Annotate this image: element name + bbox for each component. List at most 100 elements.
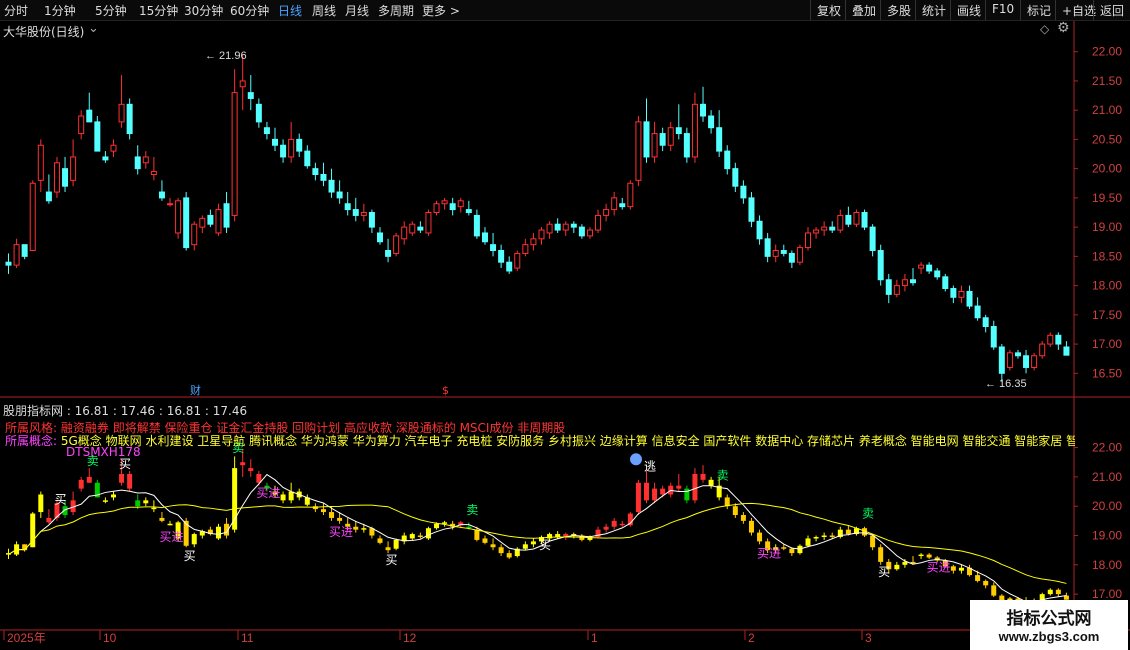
indicator-bar [280,494,286,501]
tab-daily[interactable]: 日线 [278,2,302,19]
tab-15min[interactable]: 15分钟 [139,2,178,19]
overlay-button[interactable]: 叠加 [845,0,882,20]
candle-body [586,229,593,237]
candle-body [376,232,383,243]
candle-body [183,197,190,249]
finance-marker: 财 [190,383,201,397]
tab-multi-period[interactable]: 多周期 [378,2,414,19]
tab-5min[interactable]: 5分钟 [95,2,127,19]
indicator-bar [748,520,754,533]
candle-body [853,212,860,225]
candle-body [29,182,36,252]
candle-body [126,103,133,135]
indicator-bar [159,517,165,521]
site-watermark: 指标公式网 www.zbgs3.com [970,600,1128,650]
candle-body [231,92,238,216]
concept-line: 所属概念: 5G概念 物联网 水利建设 卫星导航 腾讯概念 华为鸿蒙 华为算力 … [5,432,1075,449]
indicator-bar [393,539,399,549]
signal-sell: 卖 [862,507,874,521]
indicator-bar [684,488,690,501]
candle-body [506,261,513,272]
draw-line-button[interactable]: 画线 [950,0,987,20]
dividend-marker: $ [442,384,449,397]
tab-60min[interactable]: 60分钟 [230,2,269,19]
indicator-bar [724,497,730,507]
indicator-bar [102,500,108,502]
candle-body [312,168,319,175]
indicator-bar [918,554,924,557]
indicator-bar [975,575,981,581]
tab-1min[interactable]: 1分钟 [44,2,76,19]
candle-body [344,203,351,211]
candle-body [142,156,149,164]
main-axis-label: 19.50 [1092,191,1122,205]
indicator-bar [409,534,415,539]
candle-body [829,226,836,231]
indicator-bar [805,538,811,546]
kline-chart[interactable]: 22.00 21.50 21.00 20.50 20.00 19.50 19.00 18.50… [0,0,1130,650]
indicator-bar [385,547,391,551]
gear-icon[interactable]: ⚙ [1057,20,1070,36]
candle-body [562,223,569,231]
tab-fenshi[interactable]: 分时 [4,2,28,19]
candle-body [150,171,157,175]
candle-body [748,197,755,222]
period-toolbar: 分时 1分钟 5分钟 15分钟 30分钟 60分钟 日线 周线 月线 多周期 更… [0,0,1130,21]
candle-body [691,103,698,158]
candle-body [990,326,997,348]
indicator-bar [829,535,835,538]
candle-body [223,203,230,228]
candle-body [966,290,973,307]
indicator-bar [522,544,528,549]
candle-body [619,203,626,208]
indicator-bar [86,476,92,483]
candle-body [530,238,537,246]
candle-body [958,290,965,298]
candle-body [199,217,206,228]
tab-more[interactable]: 更多 > [422,2,460,19]
candle-body [13,244,20,266]
title-dropdown-icon[interactable]: ⌄ [88,21,99,36]
tab-30min[interactable]: 30分钟 [184,2,223,19]
indicator-bar [78,479,84,489]
multi-stock-button[interactable]: 多股 [880,0,917,20]
candle-body [611,197,618,211]
f10-button[interactable]: F10 [985,0,1020,20]
indicator-bar [732,506,738,515]
main-axis-label: 16.50 [1092,366,1122,380]
mark-button[interactable]: 标记 [1020,0,1057,20]
indicator-bar [757,532,763,542]
candle-body [667,127,674,146]
diamond-icon[interactable]: ◇ [1040,22,1049,36]
candle-body [982,317,989,328]
statistics-button[interactable]: 统计 [915,0,952,20]
indicator-title[interactable]: 股朋指标网 : 16.81 : 17.46 : 16.81 : 17.46 [3,402,247,419]
candle-body [37,144,44,181]
candle-body [538,229,545,240]
candle-body [1039,343,1046,357]
tab-weekly[interactable]: 周线 [312,2,336,19]
candle-body [296,138,303,152]
indicator-bar [353,526,359,530]
candle-body [94,121,101,152]
signal-buy: 买 [119,457,131,471]
candle-body [643,121,650,158]
indicator-bar [167,523,173,526]
candle-body [490,244,497,252]
candle-body [215,209,222,234]
candle-body [45,191,52,202]
restore-rights-button[interactable]: 复权 [810,0,847,20]
candle-body [1047,334,1054,345]
signal-buy-in: 买进 [159,530,183,544]
candle-body [255,103,262,123]
indicator-axis-label: 20.00 [1092,499,1122,513]
candle-body [603,209,610,216]
low-price-label: ← 16.35 [985,378,1027,390]
indicator-bar [110,494,116,498]
signal-buy-in: 买进 [329,525,353,539]
candle-body [675,127,682,135]
candle-body [788,252,795,263]
back-button[interactable]: 返回 [1093,0,1130,20]
tab-monthly[interactable]: 月线 [345,2,369,19]
candle-body [86,109,93,123]
